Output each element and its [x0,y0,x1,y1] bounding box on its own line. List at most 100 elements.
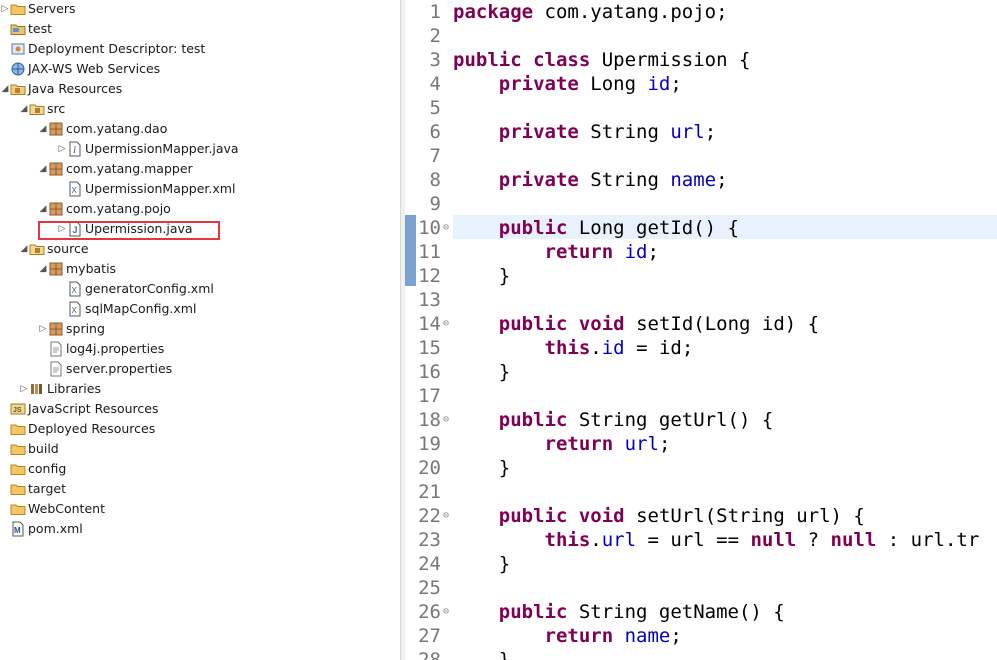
code-line[interactable]: 9 [405,192,997,216]
plain-token: ; [658,433,671,455]
javascript-resources-icon: JS [10,401,26,417]
code-line[interactable]: 22 ⊖ public void setUrl(String url) { [405,504,997,528]
explorer-item[interactable]: ◢ com.yatang.dao [0,119,400,139]
explorer-item[interactable]: ◢ com.yatang.mapper [0,159,400,179]
expanded-arrow-icon[interactable]: ◢ [0,79,10,99]
code-line[interactable]: 12 } [405,264,997,288]
explorer-item[interactable]: XgeneratorConfig.xml [0,279,400,299]
collapsed-arrow-icon[interactable]: ▷ [0,0,10,19]
svg-text:X: X [72,186,78,195]
code-line[interactable]: 20 } [405,456,997,480]
explorer-item[interactable]: WebContent [0,499,400,519]
code-line[interactable]: 25 [405,576,997,600]
folder-icon [10,461,26,477]
explorer-item[interactable]: X UpermissionMapper.xml [0,179,400,199]
code-line[interactable]: 28 } [405,648,997,660]
explorer-item[interactable]: server.properties [0,359,400,379]
explorer-item[interactable]: ◢ source [0,239,400,259]
expanded-arrow-icon[interactable]: ◢ [38,159,48,179]
code-line[interactable]: 17 [405,384,997,408]
expanded-arrow-icon[interactable]: ◢ [38,259,48,279]
explorer-item[interactable]: test [0,19,400,39]
source-folder-icon [29,101,45,117]
code-line[interactable]: 24 } [405,552,997,576]
code-line[interactable]: 10 ⊖ public Long getId() { [405,216,997,240]
code-line[interactable]: 7 [405,144,997,168]
explorer-item[interactable]: XsqlMapConfig.xml [0,299,400,319]
line-number: 15 [418,337,441,359]
code-line[interactable]: 5 [405,96,997,120]
explorer-item[interactable]: config [0,459,400,479]
code-line[interactable]: 6 private String url; [405,120,997,144]
line-number: 7 [429,145,441,167]
code-line[interactable]: 18 ⊖ public String getUrl() { [405,408,997,432]
code-text: } [453,552,510,576]
folder-icon [10,441,26,457]
collapsed-arrow-icon[interactable]: ▷ [19,379,29,399]
deployment-descriptor-icon [10,41,26,57]
code-line[interactable]: 21 [405,480,997,504]
expanded-arrow-icon[interactable]: ◢ [38,199,48,219]
explorer-item[interactable]: ▷ I UpermissionMapper.java [0,139,400,159]
code-line[interactable]: 3 public class Upermission { [405,48,997,72]
code-line[interactable]: 23 this.url = url == null ? null : url.t… [405,528,997,552]
explorer-item[interactable]: ▷ spring [0,319,400,339]
explorer-item[interactable]: Deployed Resources [0,419,400,439]
project-explorer[interactable]: ▷ Servers test Deployment Descriptor: test J… [0,0,400,660]
plain-token: } [453,457,511,479]
explorer-item[interactable]: JAX-WS Web Services [0,59,400,79]
svg-text:M: M [14,526,21,535]
explorer-item[interactable]: ▷ Servers [0,0,400,19]
explorer-item[interactable]: build [0,439,400,459]
line-number: 24 [418,553,441,575]
code-line[interactable]: 13 [405,288,997,312]
explorer-item[interactable]: log4j.properties [0,339,400,359]
expanded-arrow-icon[interactable]: ◢ [19,99,29,119]
code-line[interactable]: 15 this.id = id; [405,336,997,360]
line-number: 3 [429,49,441,71]
explorer-item[interactable]: ◢ src [0,99,400,119]
explorer-item-label: Libraries [47,381,101,396]
line-number: 22 [418,505,441,527]
keyword-token: package [453,1,534,23]
code-line[interactable]: 16 } [405,360,997,384]
collapsed-arrow-icon[interactable]: ▷ [57,139,67,159]
expanded-arrow-icon[interactable]: ◢ [19,239,29,259]
keyword-token: return [544,625,614,647]
explorer-item[interactable]: target [0,479,400,499]
explorer-item-label: UpermissionMapper.xml [85,181,236,196]
explorer-item[interactable]: Deployment Descriptor: test [0,39,400,59]
code-line[interactable]: 27 return name; [405,624,997,648]
code-line[interactable]: 2 [405,24,997,48]
fold-collapse-icon[interactable]: ⊖ [441,408,451,432]
explorer-item[interactable]: JS JavaScript Resources [0,399,400,419]
expanded-arrow-icon[interactable]: ◢ [38,119,48,139]
code-line[interactable]: 19 return url; [405,432,997,456]
explorer-item-label: server.properties [66,361,173,376]
plain-token: ? [796,529,831,551]
keyword-token: private [498,73,579,95]
fold-collapse-icon[interactable]: ⊖ [441,600,451,624]
fold-collapse-icon[interactable]: ⊖ [441,504,451,528]
explorer-item[interactable]: ◢ com.yatang.pojo [0,199,400,219]
explorer-item-label: mybatis [66,261,117,276]
code-line[interactable]: 14 ⊖ public void setId(Long id) { [405,312,997,336]
explorer-item[interactable]: Mpom.xml [0,519,400,539]
code-line[interactable]: 11 return id; [405,240,997,264]
fold-collapse-icon[interactable]: ⊖ [441,312,451,336]
explorer-item[interactable]: ▷ Libraries [0,379,400,399]
code-line[interactable]: 4 private Long id; [405,72,997,96]
code-text: return name; [453,624,682,648]
code-line[interactable]: 26 ⊖ public String getName() { [405,600,997,624]
collapsed-arrow-icon[interactable]: ▷ [38,319,48,339]
java-editor[interactable]: 1 package com.yatang.pojo; 2 3 public class … [405,0,997,660]
explorer-item[interactable]: ◢ Java Resources [0,79,400,99]
code-line[interactable]: 1 package com.yatang.pojo; [405,0,997,24]
fold-collapse-icon[interactable]: ⊖ [441,216,451,240]
code-line[interactable]: 8 private String name; [405,168,997,192]
line-number: 27 [418,625,441,647]
explorer-item[interactable]: ◢ mybatis [0,259,400,279]
keyword-token: return [544,241,614,263]
